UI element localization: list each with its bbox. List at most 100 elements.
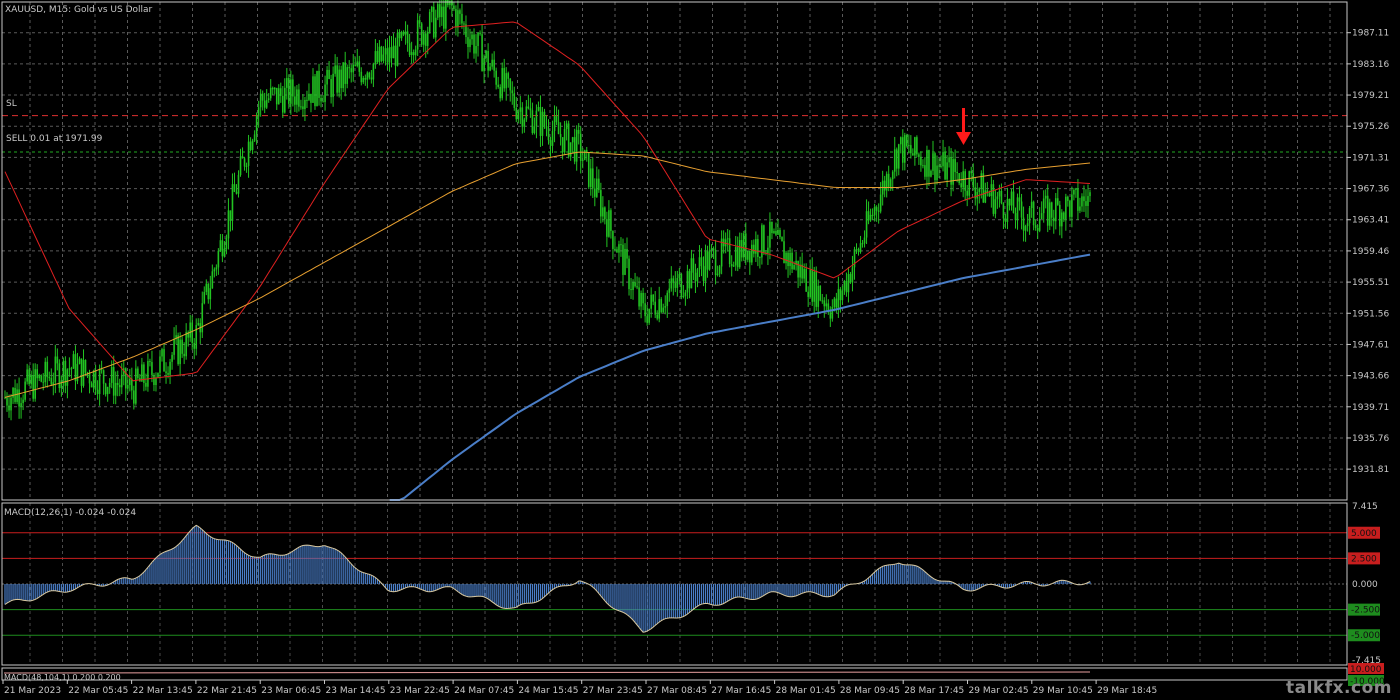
time-tick-label: 29 Mar 02:45: [969, 686, 1029, 696]
candle-body: [789, 252, 791, 267]
candle-body: [418, 20, 421, 24]
price-tick-label: 1939.71: [1352, 403, 1389, 413]
candle-body: [366, 72, 369, 80]
candle-body: [483, 58, 485, 72]
candle-body: [612, 231, 614, 249]
chart-canvas[interactable]: 1987.11 1983.16 1979.21 1975.26 1971.31 1967.…: [0, 0, 1400, 700]
candle-body: [616, 249, 618, 253]
candle-body: [533, 126, 536, 134]
candle-body: [396, 32, 399, 66]
candle-body: [716, 273, 719, 276]
candle-body: [738, 240, 741, 268]
candle-body: [809, 269, 811, 297]
candle-body: [686, 271, 689, 293]
candle-body: [895, 149, 898, 169]
candle-body: [135, 368, 137, 404]
candle-body: [730, 264, 733, 267]
candle-body: [708, 250, 711, 270]
candle-body: [704, 251, 707, 281]
candle-body: [1038, 218, 1041, 231]
candle-body: [449, 0, 451, 6]
candle-body: [767, 247, 769, 253]
candle-body: [368, 72, 371, 78]
candle-body: [294, 96, 296, 105]
candle-body: [960, 183, 962, 188]
candle-body: [527, 106, 530, 109]
candle-body: [602, 207, 604, 217]
candle-body: [1024, 226, 1027, 231]
candle-body: [251, 140, 254, 150]
candle-body: [28, 369, 30, 385]
candle-body: [227, 210, 230, 239]
candle-body: [899, 137, 902, 145]
candle-body: [865, 211, 868, 238]
candle-body: [855, 249, 858, 251]
candle-body: [253, 134, 256, 141]
candle-body: [382, 54, 385, 61]
candle-body: [608, 210, 610, 237]
candle-body: [930, 170, 932, 177]
candle-body: [497, 84, 499, 87]
candle-body: [982, 173, 985, 203]
candle-body: [914, 137, 916, 156]
candle-body: [938, 165, 940, 167]
candle-body: [751, 244, 753, 263]
ma-slow-line: [389, 253, 1091, 501]
candle-body: [183, 353, 185, 357]
candle-body: [324, 84, 326, 102]
candle-body: [223, 248, 226, 257]
candle-body: [583, 150, 586, 160]
candle-body: [16, 389, 18, 402]
candle-body: [849, 274, 852, 283]
candle-body: [897, 144, 900, 169]
candle-body: [1081, 196, 1083, 207]
time-axis-ticks: 21 Mar 2023 22 Mar 05:45 22 Mar 13:45 22 Ma…: [2, 680, 1157, 696]
watermark: talkfx.com: [1285, 678, 1392, 698]
price-tick-label: 1959.46: [1352, 247, 1389, 257]
time-tick-label: 23 Mar 06:45: [261, 686, 321, 696]
candle-body: [406, 31, 409, 44]
candle-body: [753, 244, 755, 254]
candle-body: [197, 323, 200, 326]
candle-body: [815, 271, 818, 307]
candle-body: [66, 369, 69, 386]
macd-level-tag-label: 5.000: [1351, 529, 1377, 539]
time-tick-label: 27 Mar 08:45: [647, 686, 707, 696]
candle-body: [946, 162, 948, 180]
candle-body: [114, 382, 117, 396]
candle-body: [143, 364, 145, 383]
candle-body: [318, 70, 320, 98]
candle-body: [712, 248, 715, 250]
candle-body: [831, 307, 834, 319]
candle-body: [940, 165, 942, 167]
candle-body: [674, 283, 677, 288]
candle-body: [718, 266, 721, 274]
candle-body: [408, 43, 411, 56]
candle-body: [1083, 196, 1085, 202]
candle-body: [12, 387, 14, 398]
candle-body: [124, 368, 127, 389]
candle-body: [398, 32, 401, 39]
candle-body: [1006, 198, 1009, 222]
price-tick-label: 1979.21: [1352, 91, 1389, 101]
candle-body: [209, 288, 212, 300]
candle-body: [529, 108, 532, 111]
candle-body: [344, 62, 346, 84]
candle-body: [640, 292, 642, 307]
candle-body: [233, 184, 236, 192]
candle-body: [990, 184, 993, 197]
candle-body: [648, 308, 650, 323]
candle-body: [517, 111, 520, 120]
candle-body: [467, 37, 469, 48]
candle-body: [867, 211, 870, 221]
candle-body: [642, 292, 644, 304]
macd2-panel-frame: [1, 667, 1348, 681]
candle-body: [269, 87, 272, 99]
macd-level-tag-label: -2.500: [1351, 606, 1380, 616]
candle-body: [994, 199, 997, 214]
candle-body: [487, 51, 489, 71]
candle-body: [521, 107, 524, 127]
candle-body: [1050, 202, 1053, 218]
candle-body: [744, 233, 747, 260]
candle-body: [690, 258, 693, 289]
